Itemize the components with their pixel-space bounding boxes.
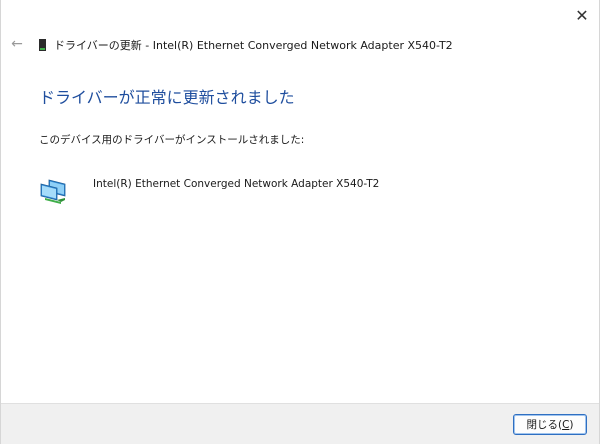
device-name: Intel(R) Ethernet Converged Network Adap…: [93, 178, 380, 190]
installed-message: このデバイス用のドライバーがインストールされました:: [39, 134, 305, 146]
back-button[interactable]: ←: [7, 34, 27, 54]
driver-update-dialog: ✕ ← ドライバーの更新 - Intel(R) Ethernet Converg…: [0, 0, 600, 444]
close-button[interactable]: 閉じる(C): [513, 414, 587, 435]
network-adapter-icon: [40, 179, 66, 204]
close-button-label-suffix: ): [569, 418, 574, 431]
success-heading: ドライバーが正常に更新されました: [39, 88, 295, 107]
back-arrow-icon: ←: [11, 36, 23, 52]
device-row: Intel(R) Ethernet Converged Network Adap…: [39, 174, 379, 206]
dialog-title-row: ドライバーの更新 - Intel(R) Ethernet Converged N…: [39, 36, 453, 54]
window-close-button[interactable]: ✕: [567, 2, 597, 28]
close-button-accelerator: C: [562, 418, 570, 431]
dialog-title: ドライバーの更新 - Intel(R) Ethernet Converged N…: [54, 39, 453, 52]
device-card-icon: [39, 39, 46, 51]
dialog-footer: 閉じる(C): [1, 403, 599, 444]
close-button-label-prefix: 閉じる(: [526, 419, 563, 431]
close-icon: ✕: [575, 5, 589, 25]
